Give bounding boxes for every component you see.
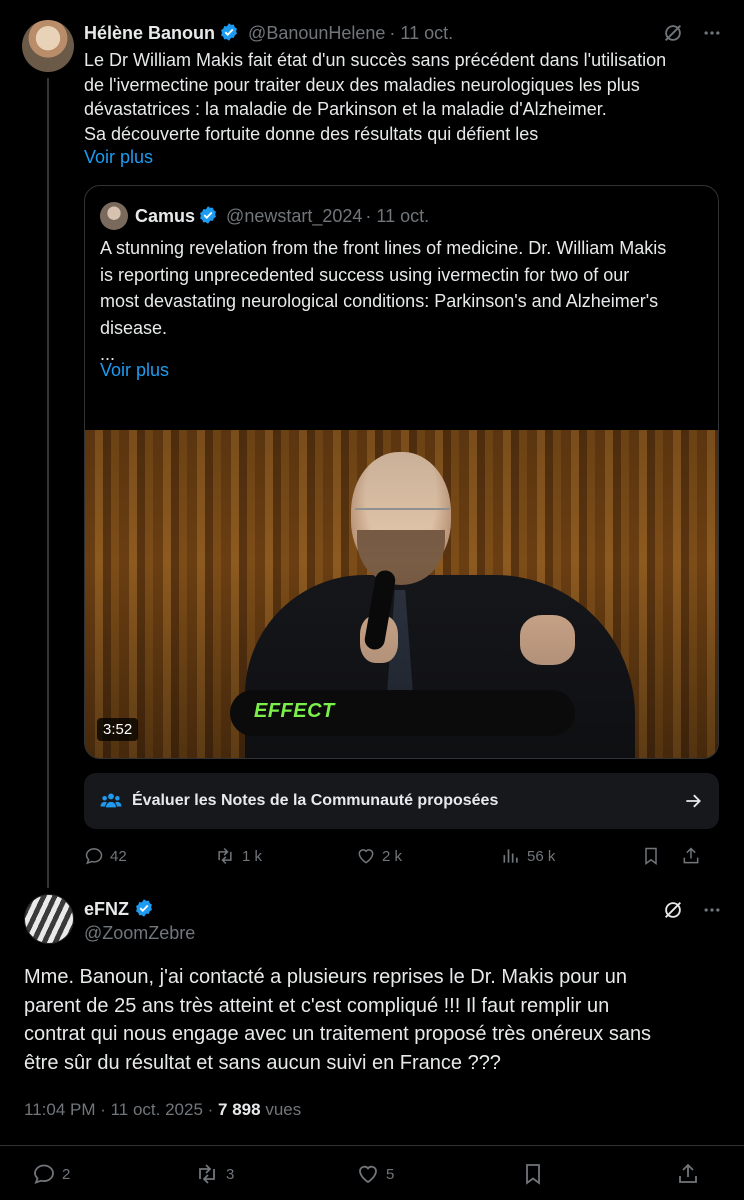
reply-views-label: vues [265,1100,302,1119]
quote-text-line: is reporting unprecedented success using… [100,264,630,285]
verified-badge-icon [198,205,218,230]
reply-timestamp[interactable]: 11:04 PM · 11 oct. 2025 · [24,1100,213,1119]
reply-text-line: parent de 25 ans très atteint et c'est c… [24,994,610,1017]
reply-header: eFNZ [84,898,154,923]
reply-text-line: être sûr du résultat et sans aucun suivi… [24,1051,501,1074]
tweet-header: Hélène Banoun @BanounHelene · 11 oct. [84,22,457,47]
tweet-date[interactable]: · 11 oct. [389,23,453,43]
community-notes-label: Évaluer les Notes de la Communauté propo… [132,792,499,809]
video-duration: 3:52 [97,718,139,741]
community-notes-button[interactable]: Évaluer les Notes de la Communauté propo… [84,773,719,829]
quote-text-line: ... [100,344,116,364]
quote-text: A stunning revelation from the front lin… [100,235,710,368]
repost-icon [199,1164,215,1184]
bookmark-button[interactable] [521,1162,676,1186]
reply-avatar[interactable] [24,894,74,944]
video-player[interactable]: EFFECT 3:52 [85,430,718,758]
reply-icon [85,848,103,865]
share-icon [683,847,699,864]
repost-button[interactable]: 3 [194,1162,356,1186]
see-more-link[interactable]: Voir plus [84,147,153,168]
reply-count: 2 [62,1165,71,1183]
grok-icon[interactable] [662,899,684,926]
like-button[interactable]: 5 [356,1162,521,1186]
reply-handle[interactable]: @ZoomZebre [84,923,195,944]
reply-text-line: contrat qui nous engage avec un traiteme… [24,1023,652,1045]
quote-text-line: most devastating neurological conditions… [100,291,659,311]
reply-button[interactable]: 2 [32,1162,194,1186]
reply-meta: 11:04 PM · 11 oct. 2025 · 7 898 vues [24,1100,301,1120]
quote-header: Camus @newstart_2024 · 11 oct. [135,205,432,230]
tweet-actions: 42 1 k 2 k 56 k [84,846,719,866]
tweet-text-line: Sa découverte fortuite donne des résulta… [84,123,539,144]
tweet-text: Le Dr William Makis fait état d'un succè… [84,48,724,146]
tweet-top-actions [662,22,722,49]
quote-author-name[interactable]: Camus [135,206,195,226]
bookmark-icon [526,1164,540,1185]
heart-icon [358,849,374,864]
reply-author-name[interactable]: eFNZ [84,899,129,919]
repost-count: 1 k [242,847,263,865]
quote-date: · 11 oct. [365,206,430,226]
video-caption: EFFECT [230,690,575,736]
views-button[interactable]: 56 k [501,846,641,866]
verified-badge-icon [134,898,154,923]
views-count: 56 k [527,847,556,865]
quote-avatar[interactable] [100,202,128,230]
tweet-text-line: dévastatrices : la maladie de Parkinson … [84,99,607,119]
reply-actions: 2 3 5 [32,1162,712,1186]
grok-icon[interactable] [662,22,684,49]
quote-text-line: disease. [100,317,168,338]
bookmark-button[interactable] [641,846,681,866]
reply-count: 42 [110,847,127,865]
author-handle[interactable]: @BanounHelene [248,23,385,43]
views-chart-icon [503,849,518,863]
like-count: 5 [386,1165,395,1183]
repost-icon [218,847,232,865]
share-button[interactable] [681,846,701,866]
bookmark-icon [645,847,657,865]
quote-handle: @newstart_2024 [226,206,363,226]
divider [0,1145,744,1146]
reply-top-actions [662,899,722,926]
tweet-text-line: Le Dr William Makis fait état d'un succè… [84,50,667,70]
reply-text-line: Mme. Banoun, j'ai contacté a plusieurs r… [24,966,627,988]
repost-count: 3 [226,1165,235,1183]
heart-icon [359,1165,377,1184]
share-icon [679,1163,697,1183]
reply-icon [34,1164,54,1184]
arrow-right-icon [683,791,703,811]
quote-see-more-link[interactable]: Voir plus [100,360,169,381]
thread-line [47,78,49,888]
share-button[interactable] [676,1162,700,1186]
quoted-tweet[interactable]: Camus @newstart_2024 · 11 oct. A stunning… [84,185,719,759]
reply-text: Mme. Banoun, j'ai contacté a plusieurs r… [24,963,724,1077]
tweet-text-line: de l'ivermectine pour traiter deux des m… [84,74,640,95]
like-button[interactable]: 2 k [356,846,501,866]
more-options-icon[interactable] [702,23,722,48]
reply-button[interactable]: 42 [84,846,214,866]
people-icon [100,791,122,811]
verified-badge-icon [219,22,239,47]
more-options-icon[interactable] [702,900,722,925]
author-name[interactable]: Hélène Banoun [84,23,215,43]
quote-text-line: A stunning revelation from the front lin… [100,238,667,258]
like-count: 2 k [382,847,403,865]
reply-views-count: 7 898 [218,1100,261,1119]
repost-button[interactable]: 1 k [214,846,356,866]
avatar[interactable] [22,20,74,72]
